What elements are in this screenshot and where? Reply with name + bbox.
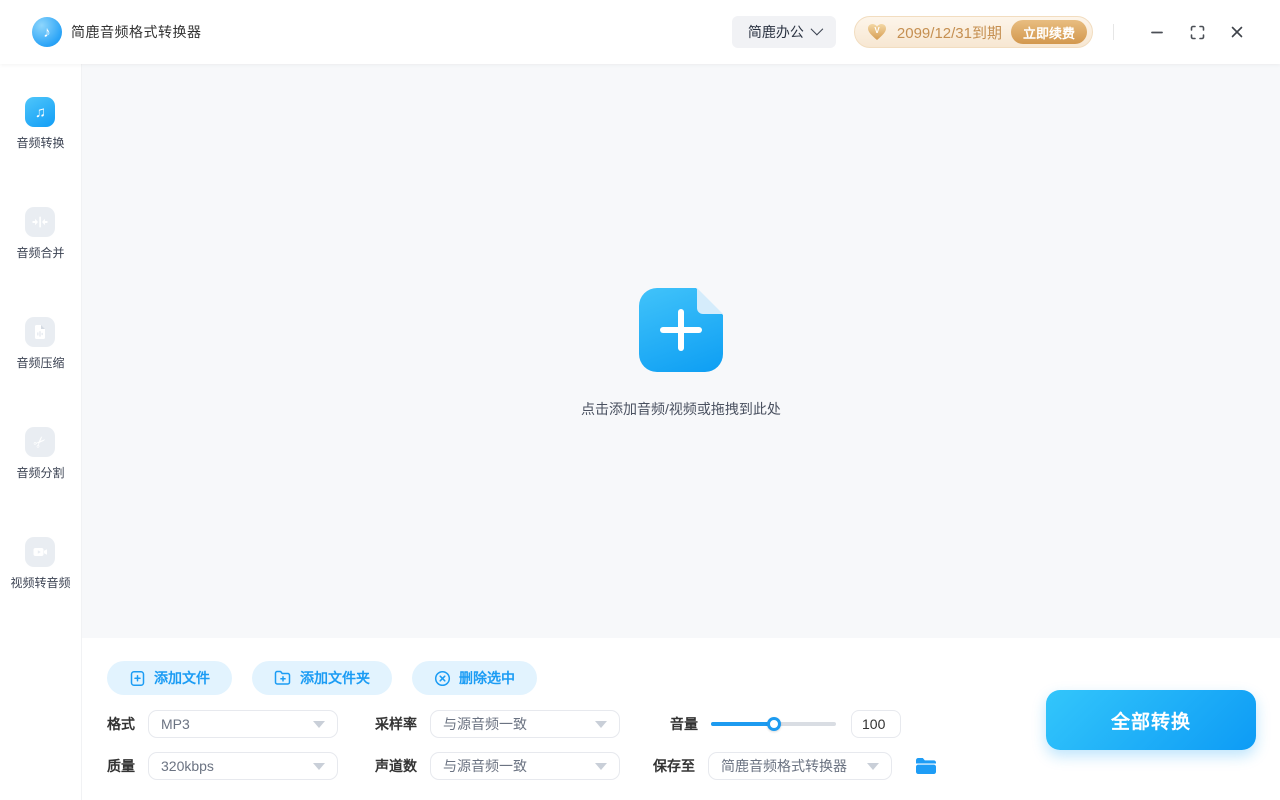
add-folder-button[interactable]: 添加文件夹 bbox=[252, 661, 392, 695]
delete-selected-button[interactable]: 删除选中 bbox=[412, 661, 537, 695]
channels-dropdown[interactable]: 与源音频一致 bbox=[430, 752, 620, 780]
dropdown-arrow-icon bbox=[595, 721, 607, 728]
file-dropzone[interactable]: 点击添加音频/视频或拖拽到此处 bbox=[82, 64, 1280, 638]
titlebar-divider bbox=[1113, 24, 1114, 40]
workspace-menu-label: 简鹿办公 bbox=[747, 24, 804, 40]
close-icon bbox=[1231, 26, 1243, 38]
vip-expiry-text: 2099/12/31到期 bbox=[896, 24, 1002, 42]
titlebar: ♪ 简鹿音频格式转换器 简鹿办公 V 2099/12/31到期 立即续费 bbox=[0, 0, 1280, 64]
save-to-value: 简鹿音频格式转换器 bbox=[721, 758, 847, 774]
merge-icon bbox=[25, 207, 56, 237]
volume-slider[interactable] bbox=[711, 717, 836, 731]
sample-rate-dropdown[interactable]: 与源音频一致 bbox=[430, 710, 620, 738]
sidebar-item-audio-split[interactable]: ✂ 音频分割 bbox=[16, 427, 65, 481]
quality-label: 质量 bbox=[107, 758, 135, 774]
sidebar-item-video-to-audio[interactable]: 视频转音频 bbox=[10, 537, 71, 591]
sidebar-item-label: 音频合并 bbox=[16, 246, 65, 260]
bottom-panel: 添加文件 添加文件夹 删除选中 格式 MP3 采样率 与源音频一致 音量 100… bbox=[82, 638, 1280, 800]
quality-value: 320kbps bbox=[161, 758, 214, 774]
workspace-menu-button[interactable]: 简鹿办公 bbox=[731, 16, 836, 48]
sidebar: ♫ 音频转换 音频合并 音频压缩 ✂ 音频分割 视频转音频 bbox=[0, 64, 82, 800]
save-to-dropdown[interactable]: 简鹿音频格式转换器 bbox=[708, 752, 892, 780]
format-dropdown[interactable]: MP3 bbox=[148, 710, 338, 738]
dropdown-arrow-icon bbox=[313, 763, 325, 770]
add-file-big-icon[interactable] bbox=[639, 288, 723, 372]
dropdown-arrow-icon bbox=[595, 763, 607, 770]
channels-value: 与源音频一致 bbox=[443, 758, 527, 774]
scissors-icon: ✂ bbox=[25, 427, 56, 457]
app-logo-icon: ♪ bbox=[32, 17, 62, 47]
circle-x-icon bbox=[434, 670, 451, 686]
settings-row-2: 质量 320kbps 声道数 与源音频一致 保存至 简鹿音频格式转换器 bbox=[107, 752, 1280, 780]
maximize-icon bbox=[1190, 25, 1204, 39]
add-file-label: 添加文件 bbox=[154, 670, 210, 686]
file-plus-icon bbox=[130, 670, 145, 686]
plus-icon bbox=[678, 309, 684, 351]
volume-input[interactable] bbox=[851, 710, 901, 738]
sample-rate-label: 采样率 bbox=[375, 716, 417, 732]
folder-plus-icon bbox=[274, 670, 291, 685]
dropdown-arrow-icon bbox=[867, 763, 879, 770]
convert-all-button[interactable]: 全部转换 bbox=[1046, 690, 1256, 750]
open-folder-button[interactable] bbox=[915, 757, 937, 775]
svg-text:V: V bbox=[874, 26, 880, 35]
sample-rate-value: 与源音频一致 bbox=[443, 716, 527, 732]
volume-label: 音量 bbox=[670, 716, 698, 732]
volume-slider-thumb[interactable] bbox=[766, 717, 781, 731]
add-file-button[interactable]: 添加文件 bbox=[107, 661, 232, 695]
dropzone-hint-text: 点击添加音频/视频或拖拽到此处 bbox=[581, 401, 781, 417]
sidebar-item-label: 音频压缩 bbox=[16, 356, 65, 370]
window-close-button[interactable] bbox=[1224, 19, 1250, 45]
sidebar-item-audio-convert[interactable]: ♫ 音频转换 bbox=[16, 97, 65, 151]
add-folder-label: 添加文件夹 bbox=[300, 670, 370, 686]
quality-dropdown[interactable]: 320kbps bbox=[148, 752, 338, 780]
music-note-icon: ♫ bbox=[25, 97, 56, 127]
format-label: 格式 bbox=[107, 716, 135, 732]
format-value: MP3 bbox=[161, 716, 190, 732]
video-camera-icon bbox=[25, 537, 56, 567]
sidebar-item-audio-merge[interactable]: 音频合并 bbox=[16, 207, 65, 261]
window-minimize-button[interactable] bbox=[1144, 19, 1170, 45]
app-title: 简鹿音频格式转换器 bbox=[71, 24, 202, 40]
delete-selected-label: 删除选中 bbox=[459, 670, 515, 686]
save-to-label: 保存至 bbox=[653, 758, 695, 774]
vip-heart-icon: V bbox=[867, 24, 886, 40]
renew-button[interactable]: 立即续费 bbox=[1010, 20, 1087, 44]
folder-icon bbox=[916, 758, 936, 774]
compress-file-icon bbox=[25, 317, 56, 347]
sidebar-item-audio-compress[interactable]: 音频压缩 bbox=[16, 317, 65, 371]
sidebar-item-label: 音频分割 bbox=[16, 466, 65, 480]
volume-slider-fill bbox=[711, 722, 774, 726]
vip-status-badge: V 2099/12/31到期 立即续费 bbox=[853, 16, 1093, 48]
window-maximize-button[interactable] bbox=[1184, 19, 1210, 45]
sidebar-item-label: 音频转换 bbox=[16, 136, 65, 150]
chevron-down-icon bbox=[810, 22, 824, 36]
channels-label: 声道数 bbox=[375, 758, 417, 774]
dropdown-arrow-icon bbox=[313, 721, 325, 728]
sidebar-item-label: 视频转音频 bbox=[10, 576, 71, 590]
